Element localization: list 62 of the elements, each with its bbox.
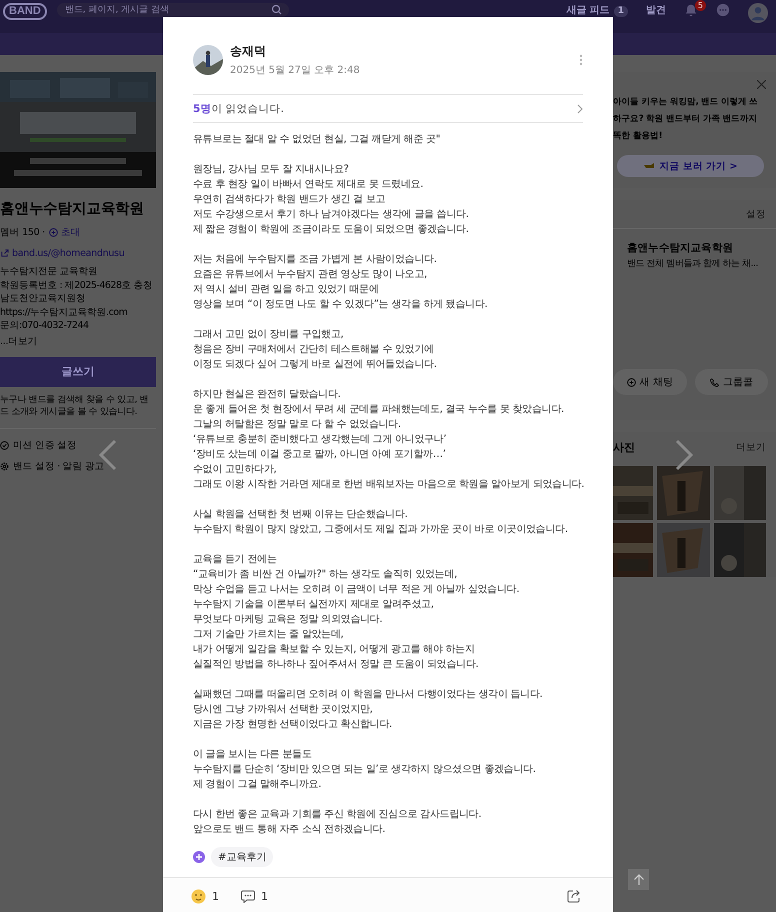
- emoji-reaction-icon[interactable]: [191, 888, 206, 904]
- reaction-count: 1: [212, 890, 219, 902]
- chat-button[interactable]: 그룹콜: [694, 369, 768, 395]
- settings-link[interactable]: 설정: [746, 208, 766, 220]
- promo-button[interactable]: 지금 보러 가기 >: [617, 155, 764, 177]
- add-tag-icon[interactable]: [193, 851, 205, 863]
- description-line: https://누수탐지교육학원.com: [0, 306, 128, 320]
- description-line: 남도천안교육지원청: [0, 292, 86, 306]
- notification-badge: 5: [694, 0, 706, 11]
- member-count: 멤버 150 ·: [0, 226, 45, 239]
- description-line: 누수탐지전문 교육학원: [0, 265, 99, 279]
- phone-icon: [710, 378, 719, 386]
- author-name[interactable]: 송재덕: [230, 43, 360, 60]
- check-icon: [0, 440, 9, 450]
- chat-icon[interactable]: [716, 3, 730, 17]
- close-icon[interactable]: [757, 80, 766, 89]
- share-icon: [0, 249, 9, 258]
- band-notice: 누구나 밴드를 검색해 찾을 수 있고, 밴드 소개와 게시글을 볼 수 있습니다.: [0, 394, 156, 429]
- profile-avatar[interactable]: [748, 3, 768, 23]
- nav-link[interactable]: 발견: [646, 5, 666, 17]
- write-button[interactable]: 글쓰기: [0, 356, 156, 387]
- gear-icon: [0, 462, 9, 471]
- chat-room[interactable]: 홈앤누수탐지교육학원 밴드 전체 멤버들과 함께 하는 채...: [613, 229, 776, 369]
- scroll-top-button[interactable]: [628, 869, 649, 890]
- post-paragraph: 교육을 듣기 전에는 “교육비가 좀 비싼 건 아닐까?" 하는 생각도 솔직히 있었는데, 막상 수업을 듣고 나서는 오히려 이 금액이 너무 적은 게 아닐까 싶었습니다. 누수탐지 기술을 이론부터 실전까지 제대로 알려주셨고, 무엇보다 마케팅 교육은 정말 의외였습니다. 그저 기술만 가르치는 줄 알았는데, 내가 어떻게 일감을 확보할 수 있는지, 어떻게 광고를 해야 하는지 실질적인 방법을 하나하나 짚어주셔서 정말 큰 도움이 되었습니다.: [193, 553, 520, 672]
- comment-icon[interactable]: [241, 890, 255, 902]
- post-date: 2025년 5월 27일 오후 2:48: [230, 64, 360, 77]
- band-name: 홈앤누수탐지교육학원: [0, 200, 146, 218]
- chat-button[interactable]: 새 채팅: [613, 369, 686, 395]
- description-line: 문의:070-4032-7244: [0, 319, 90, 333]
- description-line: 학원등록번호 : 제2025-4628호 충청: [0, 278, 154, 292]
- post-paragraph: 원장님, 강사님 모두 잘 지내시나요? 수료 후 현장 일이 바빠서 연락도 제대로 못 드렸네요. 우연히 검색하다가 학원 밴드가 생긴 걸 보고 저도 수강생으로서 후기 하나 남겨야겠다는 생각에 글을 씁니다. 제 짧은 경험이 학원에 조금이라도 도움이 되었으면 좋겠습니다.: [193, 163, 469, 237]
- section-title: 사진: [613, 440, 635, 454]
- post-paragraph: 하지만 현실은 완전히 달랐습니다. 운 좋게 들어온 첫 현장에서 무려 세 군데를 파쇄했는데도, 결국 누수를 못 찾았습니다. 그날의 허탈함은 정말 말로 다 할 수 없었습니다. ‘유튜브로 충분히 준비했다고 생각했는데 그게 아니었구나’ ‘장비도 샀는데 이걸 중고로 팔까, 아니면 아예 포기할까…’ 수없이 고민하다가, 그래도 이왕 시작한 거라면 제대로 한번 배워보자는 마음으로 학원을 알아보게 되었습니다.: [193, 388, 583, 492]
- bell-icon[interactable]: [684, 3, 698, 17]
- search-icon[interactable]: [268, 3, 289, 17]
- chevron-right-icon[interactable]: [577, 104, 583, 114]
- comment-count: 1: [261, 890, 268, 902]
- band-url-link[interactable]: band.us/@homeandnusu: [0, 248, 156, 259]
- post-paragraph: 다시 한번 좋은 교육과 기회를 주신 학원에 진심으로 감사드립니다. 앞으로도 밴드 통해 자주 소식 전하겠습니다.: [193, 808, 482, 837]
- post-paragraph: 그래서 고민 없이 장비를 구입했고, 청음은 장비 구매처에서 간단히 테스트해볼 수 있었기에 이정도 되겠다 싶어 그렇게 바로 실전에 뛰어들었습니다.: [193, 328, 437, 372]
- post-paragraph: 저는 처음에 누수탐지를 조금 가볍게 본 사람이었습니다. 요즘은 유튜브에서 누수탐지 관련 영상도 많이 나오고, 저 역시 설비 관련 일을 하고 있었기 때문에 영상을 보며 “이 정도면 나도 할 수 있겠다”는 생각을 하게 됐습니다.: [193, 253, 488, 312]
- band-logo[interactable]: BAND: [3, 3, 47, 20]
- up-arrow-icon: [632, 874, 644, 886]
- plus-icon: [48, 228, 58, 237]
- menu-item[interactable]: 밴드 설정 · 알림 광고: [0, 460, 156, 473]
- hashtag-chip[interactable]: #교육후기: [211, 847, 274, 867]
- invite-link[interactable]: 초대: [48, 226, 80, 239]
- post-paragraph: 사실 학원을 선택한 첫 번째 이유는 단순했습니다. 누수탐지 학원이 많지 않았고, 그중에서도 제일 집과 가까운 곳이 바로 이곳이었습니다.: [193, 508, 568, 537]
- post-paragraph: 이 글을 보시는 다른 분들도 누수탐지를 단순히 ‘장비만 있으면 되는 일’로 생각하지 않으셨으면 좋겠습니다. 제 경험이 그걸 말해주니까요.: [193, 748, 536, 792]
- more-link[interactable]: ...더보기: [0, 334, 156, 348]
- menu-item[interactable]: 미션 인증 설정: [0, 438, 156, 452]
- post-paragraph: 유튜브로는 절대 알 수 없었던 현실, 그걸 깨닫게 해준 곳": [193, 133, 440, 147]
- more-icon[interactable]: [579, 54, 583, 66]
- share-icon[interactable]: [567, 889, 581, 903]
- nav-link[interactable]: 새글 피드 1: [566, 5, 628, 17]
- plus-icon: [626, 378, 636, 386]
- promo-text: 아이들 키우는 워킹맘, 밴드 이렇게 쓰 하구요? 학원 밴드부터 가족 밴드까지 똑한 활용법!: [613, 96, 759, 143]
- readers-text[interactable]: 5명이 읽었습니다.: [193, 102, 284, 116]
- post-paragraph: 실패했던 그때를 떠올리면 오히려 이 학원을 만나서 다행이었다는 생각이 듭니다. 당시엔 그냥 가까워서 선택한 곳이었지만, 지금은 가장 현명한 선택이었다고 확신합니다.: [193, 688, 542, 732]
- more-link[interactable]: 더보기: [736, 440, 766, 454]
- avatar[interactable]: [193, 45, 223, 75]
